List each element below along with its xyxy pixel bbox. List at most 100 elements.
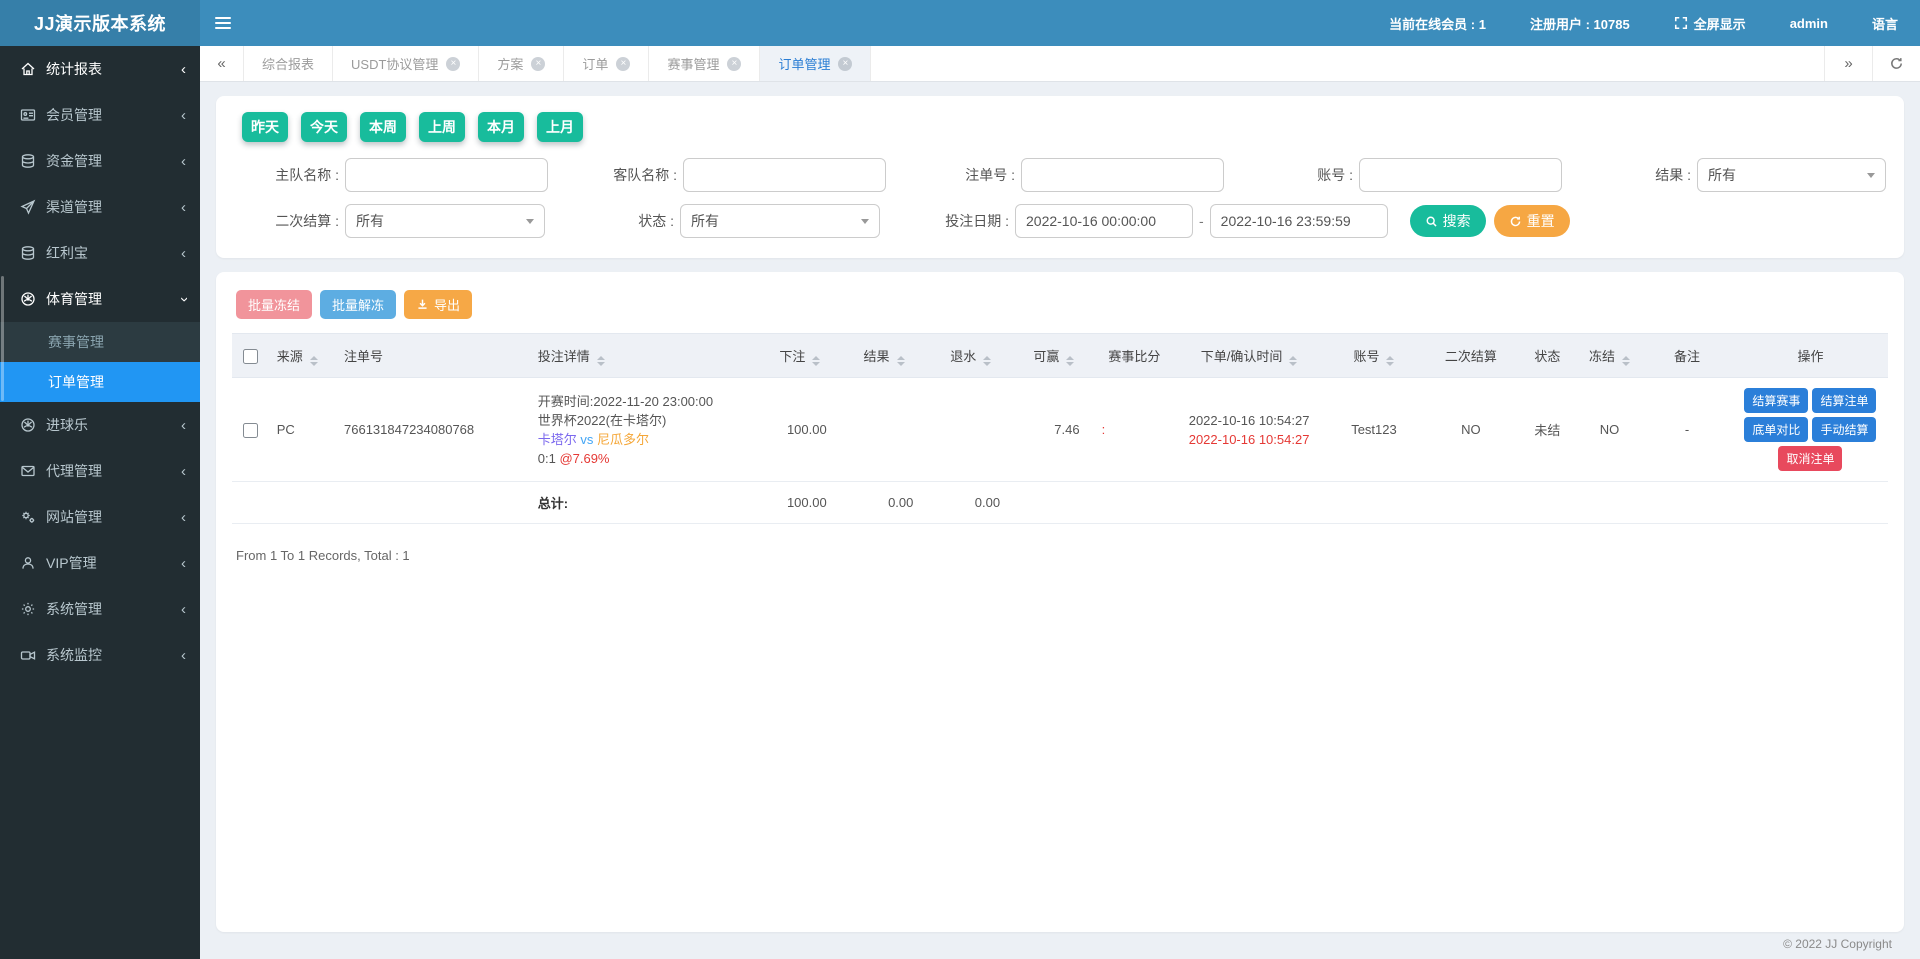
sidebar-item-sports[interactable]: 体育管理 ‹ (0, 276, 200, 322)
sidebar-item-system[interactable]: 系统管理 ‹ (0, 586, 200, 632)
batch-unfreeze-button[interactable]: 批量解冻 (320, 290, 396, 319)
sidebar-item-members[interactable]: 会员管理 ‹ (0, 92, 200, 138)
this-week-button[interactable]: 本周 (360, 112, 406, 142)
manual-settle-button[interactable]: 手动结算 (1812, 417, 1876, 442)
col-bet-detail[interactable]: 投注详情 (530, 334, 759, 378)
orders-panel: 批量冻结 批量解冻 导出 来源 注单号 (216, 272, 1904, 932)
col-result[interactable]: 结果 (841, 334, 928, 378)
export-button[interactable]: 导出 (404, 290, 472, 319)
user-menu[interactable]: admin (1790, 16, 1828, 31)
result-select[interactable]: 所有 (1697, 158, 1886, 192)
sidebar-item-bonus[interactable]: 红利宝 ‹ (0, 230, 200, 276)
cell-actions: 结算赛事 结算注单 底单对比 手动结算 取消注单 (1733, 378, 1888, 482)
col-rebate[interactable]: 退水 (927, 334, 1014, 378)
cell-can-win: 7.46 (1014, 378, 1094, 482)
sidebar-item-agents[interactable]: 代理管理 ‹ (0, 448, 200, 494)
cell-bet-detail: 开赛时间:2022-11-20 23:00:00 世界杯2022(在卡塔尔) 卡… (530, 378, 759, 482)
yesterday-button[interactable]: 昨天 (242, 112, 288, 142)
reset-button[interactable]: 重置 (1494, 205, 1570, 237)
compare-slip-button[interactable]: 底单对比 (1744, 417, 1808, 442)
tabs-scroll-left-button[interactable]: « (200, 46, 244, 81)
tabs-scroll-right-button[interactable]: » (1824, 46, 1872, 81)
gears-icon (20, 509, 36, 525)
select-all-checkbox[interactable] (243, 349, 258, 364)
sidebar-item-channels[interactable]: 渠道管理 ‹ (0, 184, 200, 230)
sidebar-item-website[interactable]: 网站管理 ‹ (0, 494, 200, 540)
cancel-bet-button[interactable]: 取消注单 (1778, 446, 1842, 471)
second-settle-select[interactable]: 所有 (345, 204, 545, 238)
sidebar-item-match-management[interactable]: 赛事管理 (0, 322, 200, 362)
tab-close-icon[interactable]: × (727, 57, 741, 71)
bet-odds: @7.69% (559, 451, 609, 466)
content: 昨天 今天 本周 上周 本月 上月 主队名称 : 客队名称 : 注单号 : (200, 82, 1920, 932)
col-can-win[interactable]: 可赢 (1014, 334, 1094, 378)
col-stake[interactable]: 下注 (759, 334, 841, 378)
id-card-icon (20, 107, 36, 123)
bet-date-to-input[interactable] (1210, 204, 1388, 238)
search-button[interactable]: 搜索 (1410, 205, 1486, 237)
online-members-count: 当前在线会员 : 1 (1389, 14, 1486, 33)
col-match-score: 赛事比分 (1094, 334, 1176, 378)
away-team-input[interactable] (683, 158, 886, 192)
last-week-button[interactable]: 上周 (419, 112, 465, 142)
sidebar-item-vip[interactable]: VIP管理 ‹ (0, 540, 200, 586)
tab-close-icon[interactable]: × (446, 57, 460, 71)
col-frozen[interactable]: 冻结 (1578, 334, 1641, 378)
app-logo[interactable]: JJ演示版本系统 (0, 0, 200, 46)
this-month-button[interactable]: 本月 (478, 112, 524, 142)
settle-match-button[interactable]: 结算赛事 (1744, 388, 1808, 413)
tab-order-management[interactable]: 订单管理 × (760, 46, 871, 81)
today-button[interactable]: 今天 (301, 112, 347, 142)
cell-result (841, 378, 928, 482)
bet-date-from-input[interactable] (1015, 204, 1193, 238)
sidebar-item-statistics[interactable]: 统计报表 ‹ (0, 46, 200, 92)
double-chevron-left-icon: « (217, 55, 225, 72)
fullscreen-button[interactable]: 全屏显示 (1674, 14, 1746, 33)
tab-plan[interactable]: 方案 × (479, 46, 564, 81)
cell-remark: - (1641, 378, 1733, 482)
sidebar-item-goal-fun[interactable]: 进球乐 ‹ (0, 402, 200, 448)
col-second-settle: 二次结算 (1425, 334, 1517, 378)
tab-overview-report[interactable]: 综合报表 (244, 46, 333, 81)
sidebar-item-funds[interactable]: 资金管理 ‹ (0, 138, 200, 184)
language-menu[interactable]: 语言 (1872, 14, 1898, 33)
score-odds-line: 0:1 @7.69% (538, 449, 751, 468)
tab-close-icon[interactable]: × (838, 57, 852, 71)
batch-freeze-button[interactable]: 批量冻结 (236, 290, 312, 319)
chevron-left-icon: ‹ (181, 200, 186, 215)
col-account[interactable]: 账号 (1323, 334, 1425, 378)
sidebar-item-order-management[interactable]: 订单管理 (0, 362, 200, 402)
tabs-refresh-button[interactable] (1872, 46, 1920, 81)
sidebar-item-monitor[interactable]: 系统监控 ‹ (0, 632, 200, 678)
cell-stake: 100.00 (759, 378, 841, 482)
tab-match-management[interactable]: 赛事管理 × (649, 46, 760, 81)
top-navbar-main: 当前在线会员 : 1 注册用户 : 10785 全屏显示 admin 语言 (200, 0, 1920, 46)
gear-icon (20, 601, 36, 617)
tab-usdt-management[interactable]: USDT协议管理 × (333, 46, 479, 81)
sidebar-scrollbar[interactable] (1, 276, 4, 401)
tab-close-icon[interactable]: × (531, 57, 545, 71)
home-team-input[interactable] (345, 158, 548, 192)
row-checkbox[interactable] (243, 423, 258, 438)
video-camera-icon (20, 647, 36, 663)
confirm-time: 2022-10-16 10:54:27 (1183, 430, 1315, 449)
last-month-button[interactable]: 上月 (537, 112, 583, 142)
col-order-time[interactable]: 下单/确认时间 (1175, 334, 1323, 378)
account-label: 账号 : (1248, 165, 1353, 185)
home-team-label: 主队名称 : (234, 165, 339, 185)
tab-order[interactable]: 订单 × (564, 46, 649, 81)
sort-icon (1386, 356, 1394, 366)
tab-close-icon[interactable]: × (616, 57, 630, 71)
status-select[interactable]: 所有 (680, 204, 880, 238)
cell-status: 未结 (1517, 378, 1578, 482)
registered-users-count: 注册用户 : 10785 (1530, 14, 1630, 33)
bet-no-input[interactable] (1021, 158, 1224, 192)
filter-row-2: 二次结算 : 所有 状态 : 所有 投注日期 : - (234, 204, 1886, 238)
col-source[interactable]: 来源 (269, 334, 336, 378)
orders-table: 来源 注单号 投注详情 下注 结果 退水 可赢 赛事比分 下单/确认时间 账号 … (232, 333, 1888, 524)
sort-icon (897, 356, 905, 366)
sidebar-toggle-button[interactable] (200, 0, 246, 46)
refresh-icon (1889, 56, 1904, 71)
settle-bet-button[interactable]: 结算注单 (1812, 388, 1876, 413)
account-input[interactable] (1359, 158, 1562, 192)
